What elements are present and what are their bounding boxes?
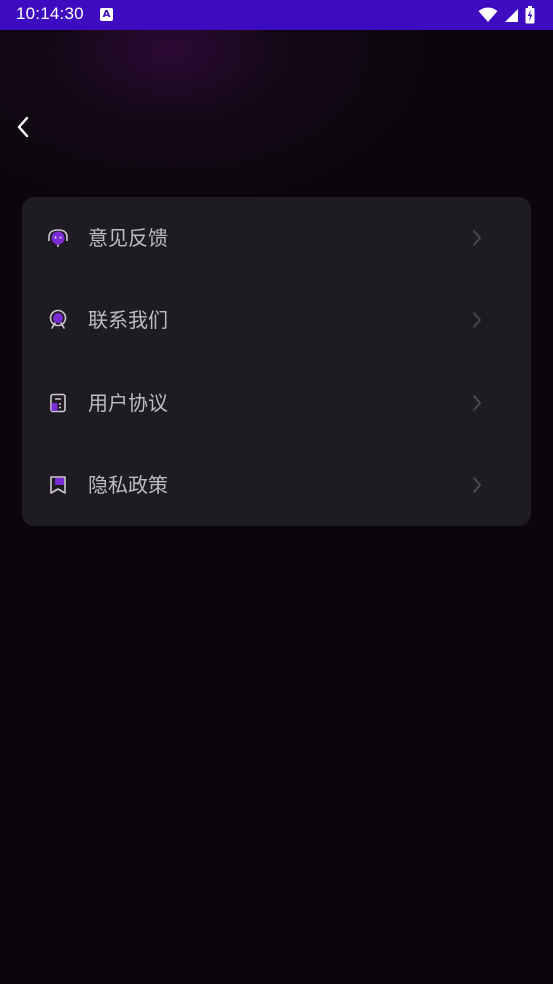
wifi-icon xyxy=(478,7,498,22)
cell-signal-icon xyxy=(505,8,518,22)
menu-item-label: 联系我们 xyxy=(88,308,168,332)
settings-page: 意见反馈 联系我们 用户协议 隐私政策 xyxy=(0,30,553,984)
battery-icon xyxy=(525,6,535,24)
menu-item-contact[interactable]: 联系我们 xyxy=(22,279,531,361)
status-icons xyxy=(478,5,535,25)
status-bar: 10:14:30 A xyxy=(0,0,553,30)
chevron-right-icon xyxy=(473,477,481,493)
menu-item-feedback[interactable]: 意见反馈 xyxy=(22,197,531,279)
menu-item-label: 用户协议 xyxy=(88,391,168,415)
customer-service-icon xyxy=(49,309,67,329)
menu-card: 意见反馈 联系我们 用户协议 隐私政策 xyxy=(22,197,531,526)
chevron-left-icon xyxy=(17,116,29,138)
menu-item-label: 隐私政策 xyxy=(88,473,168,497)
chevron-right-icon xyxy=(473,395,481,411)
document-icon xyxy=(50,393,66,413)
feedback-chat-icon xyxy=(48,229,68,247)
chevron-right-icon xyxy=(473,230,481,246)
bookmark-policy-icon xyxy=(50,476,66,494)
back-button[interactable] xyxy=(10,112,36,142)
menu-item-privacy-policy[interactable]: 隐私政策 xyxy=(22,444,531,526)
notification-badge: A xyxy=(100,8,113,21)
menu-item-user-agreement[interactable]: 用户协议 xyxy=(22,362,531,444)
menu-item-label: 意见反馈 xyxy=(88,226,168,250)
chevron-right-icon xyxy=(473,312,481,328)
status-time: 10:14:30 xyxy=(16,4,84,23)
